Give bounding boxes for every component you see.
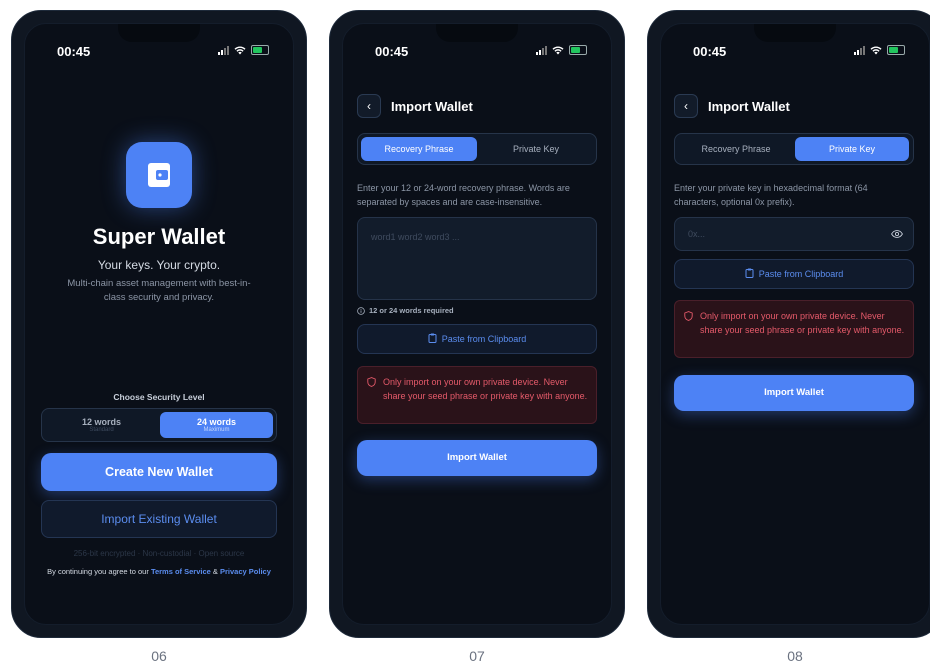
tagline: Your keys. Your crypto.	[97, 258, 221, 272]
clipboard-icon	[745, 268, 754, 278]
option-24-title: 24 words	[196, 417, 236, 427]
import-method-tabs: Recovery Phrase Private Key	[674, 133, 914, 165]
security-warning: Only import on your own private device. …	[357, 366, 597, 424]
shield-icon	[367, 377, 376, 387]
warning-text: Only import on your own private device. …	[383, 377, 588, 401]
feature-list: 256-bit encrypted · Non-custodial · Open…	[73, 549, 245, 558]
tab-private-key[interactable]: Private Key	[795, 137, 909, 161]
status-bar: 00:45	[57, 44, 269, 60]
status-time: 00:45	[693, 44, 727, 59]
eye-icon[interactable]	[891, 230, 903, 238]
notch	[754, 24, 836, 42]
info-icon	[357, 306, 365, 315]
terms-prefix: By continuing you agree to our	[47, 567, 151, 576]
option-12-subtitle: Standard	[89, 427, 114, 433]
page-title: Import Wallet	[391, 99, 473, 114]
wallet-icon	[148, 163, 170, 187]
wifi-icon	[552, 46, 564, 55]
import-wallet-button[interactable]: Import Wallet	[674, 375, 914, 411]
terms-and: &	[210, 567, 220, 576]
import-existing-wallet-button[interactable]: Import Existing Wallet	[41, 500, 277, 538]
instructions: Enter your 12 or 24-word recovery phrase…	[357, 183, 570, 207]
option-24-words[interactable]: 24 words Maximum	[160, 412, 273, 438]
back-button[interactable]: ‹	[357, 94, 381, 118]
chevron-left-icon: ‹	[684, 99, 688, 113]
recovery-phrase-input[interactable]: word1 word2 word3 ...	[357, 217, 597, 300]
option-12-words[interactable]: 12 words Standard	[45, 412, 158, 438]
security-warning: Only import on your own private device. …	[674, 300, 914, 358]
terms-of-service-link[interactable]: Terms of Service	[151, 567, 211, 576]
battery-icon	[251, 45, 269, 55]
private-key-input[interactable]: 0x...	[674, 217, 914, 251]
notch	[436, 24, 518, 42]
import-method-tabs: Recovery Phrase Private Key	[357, 133, 597, 165]
status-time: 00:45	[57, 44, 91, 59]
app-logo	[126, 142, 192, 208]
signal-icon	[218, 45, 229, 55]
tab-recovery-phrase[interactable]: Recovery Phrase	[361, 137, 477, 161]
terms-text: By continuing you agree to our Terms of …	[46, 567, 272, 577]
create-wallet-button[interactable]: Create New Wallet	[41, 453, 277, 491]
privacy-policy-link[interactable]: Privacy Policy	[220, 567, 271, 576]
instructions: Enter your private key in hexadecimal fo…	[674, 183, 868, 207]
paste-label: Paste from Clipboard	[758, 269, 844, 279]
signal-icon	[854, 45, 865, 55]
wifi-icon	[870, 46, 882, 55]
app-description: Multi-chain asset management with best-i…	[67, 278, 251, 303]
shield-icon	[684, 311, 693, 321]
tab-private-key[interactable]: Private Key	[479, 137, 593, 161]
key-placeholder: 0x...	[688, 229, 706, 239]
paste-from-clipboard-button[interactable]: Paste from Clipboard	[674, 259, 914, 289]
option-12-title: 12 words	[81, 417, 121, 427]
tab-recovery-phrase[interactable]: Recovery Phrase	[678, 137, 794, 161]
signal-icon	[536, 45, 547, 55]
security-level-selector: 12 words Standard 24 words Maximum	[41, 408, 277, 442]
battery-icon	[887, 45, 905, 55]
word-count-hint: 12 or 24 words required	[357, 306, 454, 315]
clipboard-icon	[428, 333, 437, 343]
option-24-subtitle: Maximum	[203, 427, 230, 433]
status-bar: 00:45	[375, 44, 587, 60]
battery-icon	[569, 45, 587, 55]
security-level-heading: Choose Security Level	[113, 392, 205, 402]
status-time: 00:45	[375, 44, 409, 59]
paste-from-clipboard-button[interactable]: Paste from Clipboard	[357, 324, 597, 354]
phone-frame-06	[11, 10, 307, 638]
wifi-icon	[234, 46, 246, 55]
hint-text: 12 or 24 words required	[369, 306, 454, 315]
app-name: Super Wallet	[92, 224, 226, 249]
status-bar: 00:45	[693, 44, 905, 60]
chevron-left-icon: ‹	[367, 99, 371, 113]
page-title: Import Wallet	[708, 99, 790, 114]
back-button[interactable]: ‹	[674, 94, 698, 118]
import-wallet-button[interactable]: Import Wallet	[357, 440, 597, 476]
notch	[118, 24, 200, 42]
phrase-placeholder: word1 word2 word3 ...	[371, 232, 460, 242]
paste-label: Paste from Clipboard	[441, 334, 527, 344]
warning-text: Only import on your own private device. …	[700, 311, 905, 335]
